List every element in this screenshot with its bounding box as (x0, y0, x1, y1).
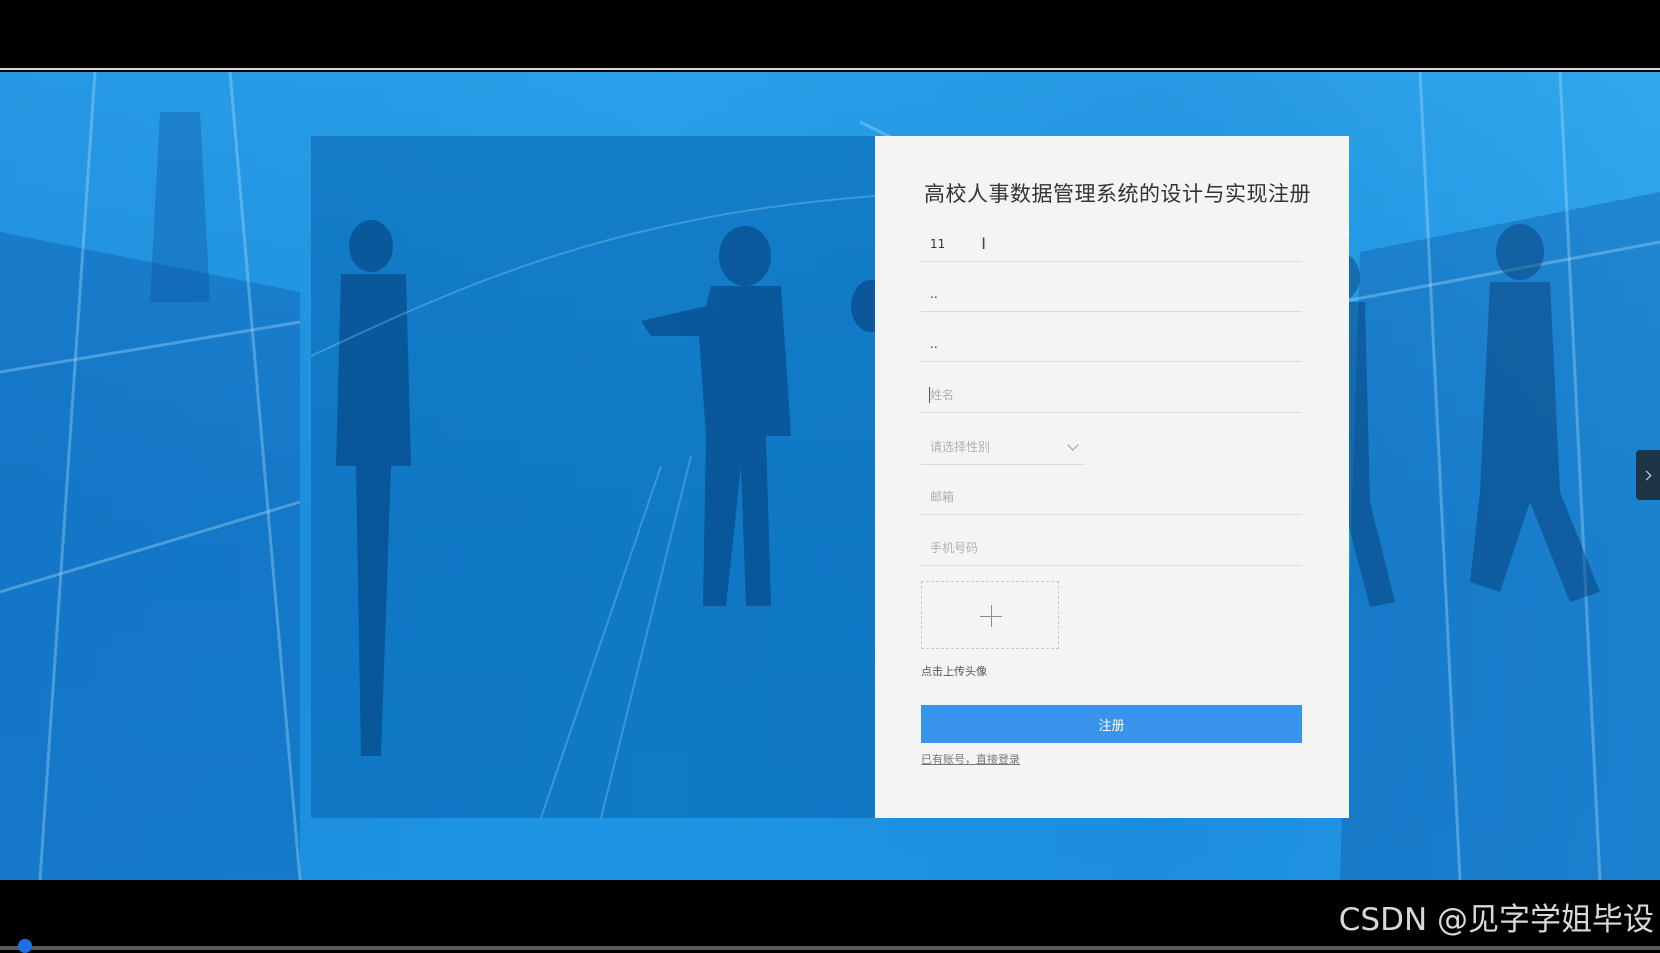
divider (0, 68, 1660, 70)
video-top-bar (0, 0, 1660, 70)
gender-select[interactable]: 请选择性别 (921, 429, 1085, 465)
side-toggle-button[interactable] (1636, 450, 1660, 500)
confirm-password-value: .. (930, 336, 938, 351)
chevron-down-icon (1067, 438, 1079, 451)
login-link[interactable]: 已有账号，直接登录 (921, 751, 1020, 767)
name-field[interactable]: 姓名 (921, 377, 1302, 413)
name-placeholder: 姓名 (930, 388, 955, 402)
phone-placeholder: 手机号码 (930, 541, 979, 555)
upload-label: 点击上传头像 (921, 665, 987, 678)
silhouette-image (310, 195, 891, 819)
confirm-password-field[interactable]: .. (921, 326, 1302, 362)
watermark: CSDN @见字学姐毕设 (1338, 902, 1654, 938)
username-field[interactable]: 11 I (921, 226, 1302, 262)
video-progress-bar[interactable] (0, 946, 1660, 950)
gender-placeholder: 请选择性别 (930, 440, 991, 454)
form-title: 高校人事数据管理系统的设计与实现注册 (924, 182, 1311, 206)
decorative-panel (310, 136, 891, 819)
register-button[interactable]: 注册 (921, 705, 1302, 743)
avatar-upload[interactable] (921, 581, 1059, 649)
register-form: 高校人事数据管理系统的设计与实现注册 11 I .. .. 姓名 请选择性别 邮… (875, 136, 1349, 818)
password-field[interactable]: .. (921, 276, 1302, 312)
phone-field[interactable]: 手机号码 (921, 530, 1302, 566)
chevron-right-icon (1641, 470, 1652, 480)
email-placeholder: 邮箱 (930, 490, 955, 504)
text-cursor-icon: I (981, 234, 986, 253)
email-field[interactable]: 邮箱 (921, 479, 1302, 515)
progress-handle[interactable] (18, 939, 32, 953)
video-bottom-bar: CSDN @见字学姐毕设 (0, 880, 1660, 953)
plus-icon-vertical (991, 605, 992, 627)
page-background: 高校人事数据管理系统的设计与实现注册 11 I .. .. 姓名 请选择性别 邮… (0, 72, 1660, 880)
password-value: .. (930, 286, 938, 301)
username-value: 11 (930, 236, 946, 251)
